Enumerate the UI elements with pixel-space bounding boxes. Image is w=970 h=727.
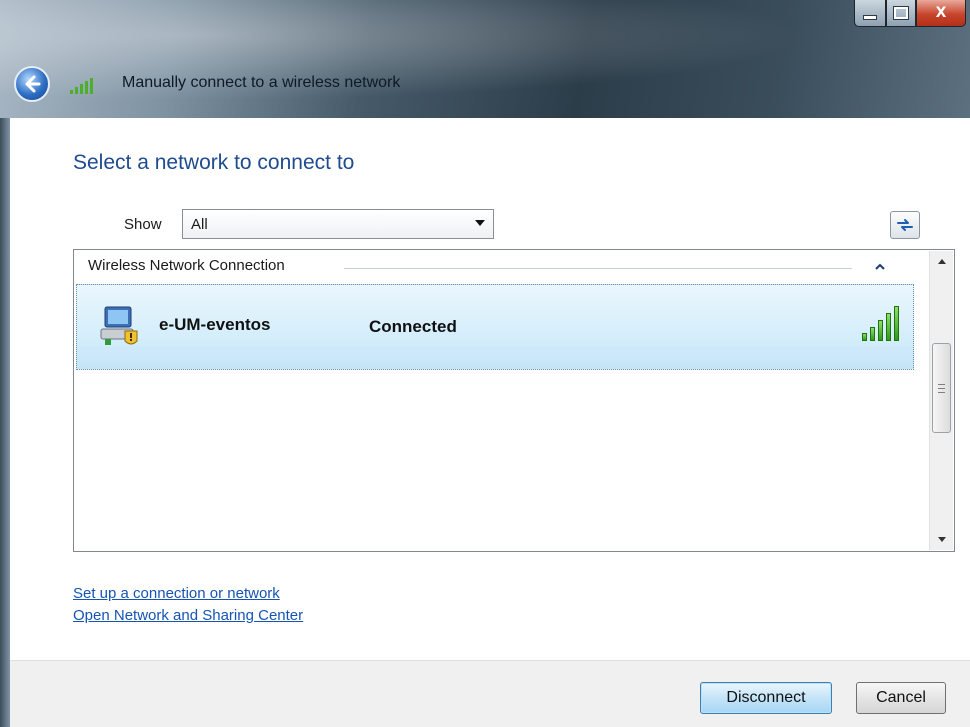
grip-icon (938, 383, 945, 393)
group-header: Wireless Network Connection (88, 257, 291, 274)
group-divider (344, 268, 852, 269)
maximize-icon (893, 6, 909, 20)
window-frame-edge (0, 118, 10, 727)
list-scrollbar[interactable] (929, 251, 953, 550)
network-row[interactable]: e-UM-eventos Connected (76, 284, 914, 370)
chevron-down-icon (475, 220, 485, 226)
caption-buttons: X (854, 0, 966, 28)
content-area: Select a network to connect to Show All … (10, 118, 970, 660)
setup-connection-link[interactable]: Set up a connection or network (73, 585, 280, 602)
scroll-up-icon (937, 259, 946, 264)
title-bar: X Manually connect to a wireless network (0, 0, 970, 118)
back-button[interactable] (14, 66, 50, 102)
wireless-signal-icon (70, 78, 93, 94)
close-icon: X (935, 5, 947, 21)
dialog-footer: Disconnect Cancel (10, 660, 970, 727)
refresh-button[interactable] (890, 211, 920, 239)
cancel-button[interactable]: Cancel (856, 682, 946, 714)
scroll-down-icon (937, 537, 946, 542)
scroll-down-button[interactable] (930, 530, 953, 550)
window-title: Manually connect to a wireless network (122, 74, 401, 91)
close-button[interactable]: X (916, 0, 966, 27)
page-title: Select a network to connect to (73, 151, 355, 174)
scroll-up-button[interactable] (930, 251, 953, 271)
scroll-thumb[interactable] (932, 343, 951, 433)
chevron-up-icon (875, 263, 885, 270)
network-computer-icon (100, 306, 138, 345)
dialog-window: X Manually connect to a wireless network… (0, 0, 970, 727)
network-status: Connected (369, 317, 457, 336)
maximize-button[interactable] (886, 0, 916, 27)
minimize-button[interactable] (854, 0, 886, 27)
show-label: Show (124, 216, 162, 233)
show-filter-select[interactable]: All (182, 209, 494, 239)
disconnect-button[interactable]: Disconnect (700, 682, 832, 714)
refresh-icon (897, 219, 913, 231)
show-filter-value: All (191, 215, 208, 233)
signal-strength-icon (862, 305, 899, 341)
collapse-group-button[interactable] (874, 261, 886, 273)
minimize-icon (863, 14, 877, 20)
network-sharing-center-link[interactable]: Open Network and Sharing Center (73, 607, 303, 624)
back-arrow-icon (25, 75, 41, 93)
network-name: e-UM-eventos (159, 315, 271, 334)
network-list[interactable]: Wireless Network Connection e-UM-eventos (73, 249, 955, 552)
